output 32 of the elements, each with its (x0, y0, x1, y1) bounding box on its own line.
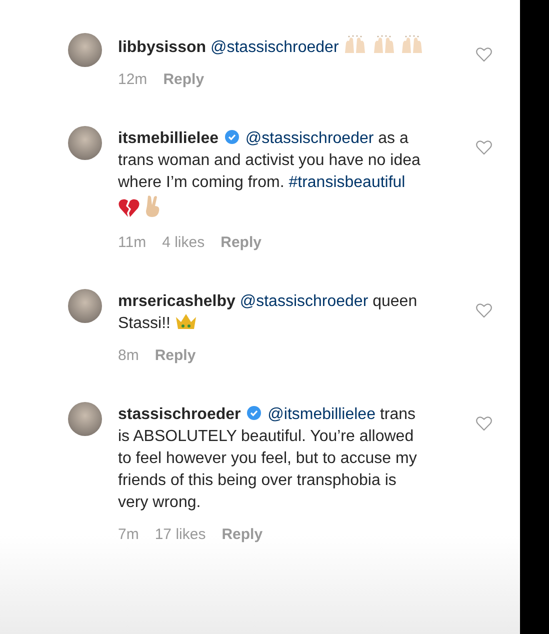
crown-icon (174, 313, 197, 331)
reply-button[interactable]: Reply (163, 71, 204, 88)
reply-button[interactable]: Reply (154, 347, 196, 364)
reply-button[interactable]: Reply (220, 234, 262, 251)
avatar[interactable] (68, 289, 102, 323)
avatar[interactable] (68, 126, 102, 160)
mention-link[interactable]: @itsmebillielee (268, 406, 376, 423)
comment-time: 8m (118, 347, 139, 364)
like-icon[interactable] (476, 303, 492, 318)
raised-hands-icon (343, 35, 368, 55)
raised-hands-icon (400, 35, 424, 55)
like-icon[interactable] (476, 140, 492, 155)
comment-time: 7m (118, 526, 139, 543)
avatar[interactable] (68, 33, 102, 67)
mention-link[interactable]: @stassischroeder (240, 293, 368, 310)
like-icon[interactable] (476, 47, 492, 62)
mention-link[interactable]: @stassischroeder (245, 130, 374, 147)
comment-text: mrsericashelby @stassischroeder queen Stassi!! (118, 292, 418, 334)
comment-text: libbysisson @stassischroeder (118, 35, 426, 59)
avatar[interactable] (68, 402, 102, 436)
mention-link[interactable]: #transisbeautiful (288, 174, 406, 191)
comment-time: 12m (118, 71, 148, 88)
like-icon[interactable] (476, 416, 492, 431)
mention-link[interactable]: @stassischroeder (210, 39, 339, 56)
likes-count[interactable]: 4 likes (162, 234, 205, 251)
raised-hands-icon (372, 35, 396, 55)
comment-text: itsmebillielee @stassischroeder as a trans woman and activist you have no idea where I’m coming from. #transisbeautiful (118, 128, 426, 222)
broken-heart-icon (118, 198, 140, 218)
comment-text: stassischroeder @itsmebillielee trans is ABSOLUTELY beautiful. You’re allowed to feel however you feel, but to accuse my friends of this being over transphobia is very wrong. (118, 405, 418, 513)
comment-time: 11m (118, 234, 146, 251)
reply-button[interactable]: Reply (222, 526, 263, 543)
likes-count[interactable]: 17 likes (154, 526, 206, 543)
